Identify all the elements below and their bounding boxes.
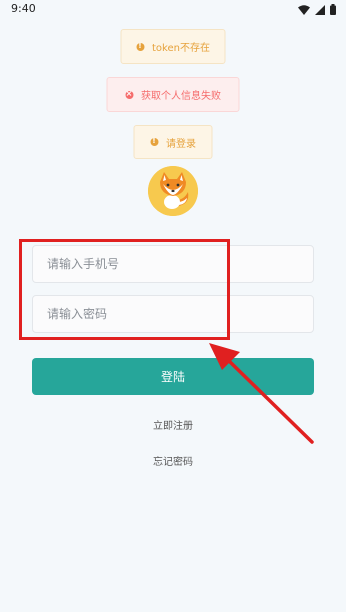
toast-userinfo-text: 获取个人信息失败 [141,91,221,102]
error-icon [125,89,133,99]
toast-please-login: 请登录 [133,125,213,159]
register-link[interactable]: 立即注册 [0,417,346,432]
warning-icon [136,42,145,51]
status-icons [298,3,336,15]
login-screen: 9:40 token不存在 获取个人信息失败 请登录 [0,0,346,612]
forgot-password-link[interactable]: 忘记密码 [0,453,346,468]
status-bar: 9:40 [0,0,346,18]
cellular-signal-icon [315,0,325,19]
fox-logo-icon [148,166,198,216]
login-button[interactable]: 登陆 [32,358,314,395]
toast-token-text: token不存在 [152,43,210,54]
password-input[interactable] [32,295,314,333]
battery-icon [330,0,336,19]
toast-userinfo-failed: 获取个人信息失败 [106,77,240,112]
toast-login-text: 请登录 [166,138,196,150]
toast-token-missing: token不存在 [120,29,226,64]
wifi-icon [298,0,310,19]
status-time: 9:40 [11,2,36,15]
avatar [148,166,198,216]
phone-input[interactable] [32,245,314,283]
warning-icon [150,137,158,146]
